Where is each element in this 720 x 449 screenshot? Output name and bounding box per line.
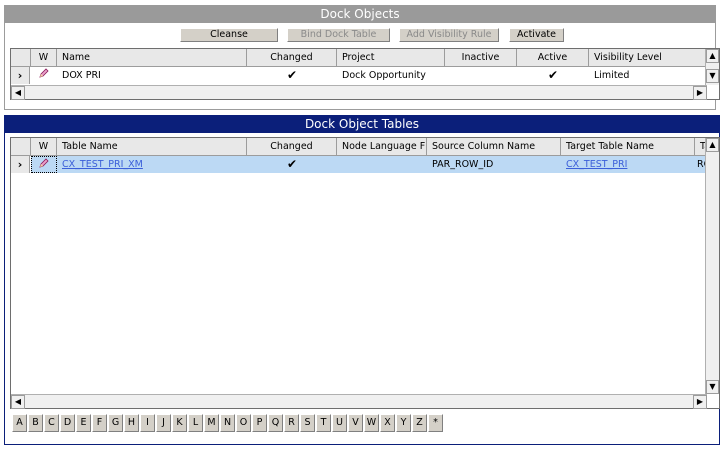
alphabet-filter-button[interactable]: C bbox=[44, 414, 59, 432]
add-visibility-rule-button[interactable]: Add Visibility Rule bbox=[399, 28, 499, 42]
scroll-left-icon[interactable]: ◀ bbox=[11, 395, 25, 409]
cell-table-name-link[interactable]: CX_TEST_PRI_XM bbox=[57, 156, 247, 173]
cell-active-checkmark[interactable]: ✔ bbox=[517, 67, 589, 84]
alphabet-filter-button[interactable]: P bbox=[252, 414, 267, 432]
column-header-table-name[interactable]: Table Name bbox=[57, 138, 247, 156]
cell-visibility-level[interactable]: Limited bbox=[589, 67, 707, 84]
cell-inactive[interactable] bbox=[445, 67, 517, 84]
alphabet-filter-button[interactable]: T bbox=[316, 414, 331, 432]
scroll-right-icon[interactable]: ▶ bbox=[693, 395, 707, 409]
column-header-node-language[interactable]: Node Language F bbox=[337, 138, 427, 156]
column-header-w[interactable]: W bbox=[31, 138, 57, 156]
cell-node-language[interactable] bbox=[337, 156, 427, 173]
scroll-down-icon[interactable]: ▼ bbox=[706, 380, 719, 394]
row-selector-arrow[interactable]: › bbox=[11, 67, 30, 84]
alphabet-filter-button[interactable]: V bbox=[348, 414, 363, 432]
row-selector-header bbox=[11, 138, 31, 156]
column-header-active[interactable]: Active bbox=[517, 49, 589, 67]
column-header-changed[interactable]: Changed bbox=[247, 49, 337, 67]
activate-button[interactable]: Activate bbox=[509, 28, 564, 42]
alphabet-filter-button[interactable]: H bbox=[124, 414, 139, 432]
column-header-visibility-level[interactable]: Visibility Level bbox=[589, 49, 707, 67]
cell-name[interactable]: DOX PRI bbox=[57, 67, 247, 84]
bind-dock-table-button[interactable]: Bind Dock Table bbox=[287, 28, 390, 42]
alphabet-filter-button[interactable]: O bbox=[236, 414, 251, 432]
tables-horizontal-scrollbar[interactable]: ◀ ▶ bbox=[11, 394, 707, 409]
column-header-source-column-name[interactable]: Source Column Name bbox=[427, 138, 561, 156]
column-header-project[interactable]: Project bbox=[337, 49, 445, 67]
scroll-down-icon[interactable]: ▼ bbox=[706, 69, 719, 83]
column-header-changed[interactable]: Changed bbox=[247, 138, 337, 156]
cell-source-column-name[interactable]: PAR_ROW_ID bbox=[427, 156, 561, 173]
cell-target-table-link[interactable]: CX_TEST_PRI bbox=[561, 156, 695, 173]
dock-object-tables-title: Dock Object Tables bbox=[4, 115, 720, 133]
row-selector-header bbox=[11, 49, 31, 67]
alphabet-filter-button[interactable]: G bbox=[108, 414, 123, 432]
dock-objects-vertical-scrollbar[interactable]: ▲ ▼ bbox=[705, 49, 719, 85]
dock-objects-title: Dock Objects bbox=[4, 5, 716, 23]
alphabet-filter-button[interactable]: B bbox=[28, 414, 43, 432]
dock-object-tables-grid: W Table Name Changed Node Language F Sou… bbox=[10, 137, 720, 409]
alphabet-filter-button[interactable]: X bbox=[380, 414, 395, 432]
scroll-right-icon[interactable]: ▶ bbox=[693, 86, 707, 100]
alphabet-filter-button[interactable]: M bbox=[204, 414, 219, 432]
pencil-icon[interactable] bbox=[31, 67, 57, 84]
row-selector-arrow[interactable]: › bbox=[11, 156, 30, 173]
alphabet-filter-button[interactable]: J bbox=[156, 414, 171, 432]
tables-vertical-scrollbar[interactable]: ▲ ▼ bbox=[705, 138, 719, 394]
alphabet-filter-button[interactable]: L bbox=[188, 414, 203, 432]
alphabet-filter-button[interactable]: A bbox=[12, 414, 27, 432]
alphabet-filter-button[interactable]: I bbox=[140, 414, 155, 432]
cleanse-button[interactable]: Cleanse bbox=[180, 28, 278, 42]
alphabet-filter-button[interactable]: Y bbox=[396, 414, 411, 432]
column-header-inactive[interactable]: Inactive bbox=[445, 49, 517, 67]
alphabet-filter-button[interactable]: W bbox=[364, 414, 379, 432]
alphabet-filter-button[interactable]: R bbox=[284, 414, 299, 432]
column-header-w[interactable]: W bbox=[31, 49, 57, 67]
dock-objects-grid: W Name Changed Project Inactive Active V… bbox=[10, 48, 720, 100]
target-table-link[interactable]: CX_TEST_PRI bbox=[566, 159, 627, 170]
alphabet-filter-button[interactable]: U bbox=[332, 414, 347, 432]
alphabet-filter-button[interactable]: S bbox=[300, 414, 315, 432]
pencil-icon[interactable] bbox=[31, 156, 57, 173]
table-name-link[interactable]: CX_TEST_PRI_XM bbox=[62, 159, 143, 170]
scroll-left-icon[interactable]: ◀ bbox=[11, 86, 25, 100]
cell-changed-checkmark: ✔ bbox=[286, 68, 298, 82]
alphabet-filter-button[interactable]: Z bbox=[412, 414, 427, 432]
alphabet-filter-button[interactable]: D bbox=[60, 414, 75, 432]
column-header-name[interactable]: Name bbox=[57, 49, 247, 67]
alphabet-filter-button[interactable]: K bbox=[172, 414, 187, 432]
scroll-up-icon[interactable]: ▲ bbox=[706, 138, 719, 152]
scroll-up-icon[interactable]: ▲ bbox=[706, 49, 719, 63]
alphabet-filter-button[interactable]: N bbox=[220, 414, 235, 432]
alphabet-filter-button[interactable]: F bbox=[92, 414, 107, 432]
column-header-target-table-name[interactable]: Target Table Name bbox=[561, 138, 695, 156]
cell-changed-checkmark: ✔ bbox=[286, 157, 298, 171]
dock-objects-horizontal-scrollbar[interactable]: ◀ ▶ bbox=[11, 85, 707, 100]
alphabet-filter-button[interactable]: E bbox=[76, 414, 91, 432]
alphabet-filter-button[interactable]: * bbox=[428, 414, 443, 432]
cell-project[interactable]: Dock Opportunity bbox=[337, 67, 445, 84]
alphabet-filter-button[interactable]: Q bbox=[268, 414, 283, 432]
